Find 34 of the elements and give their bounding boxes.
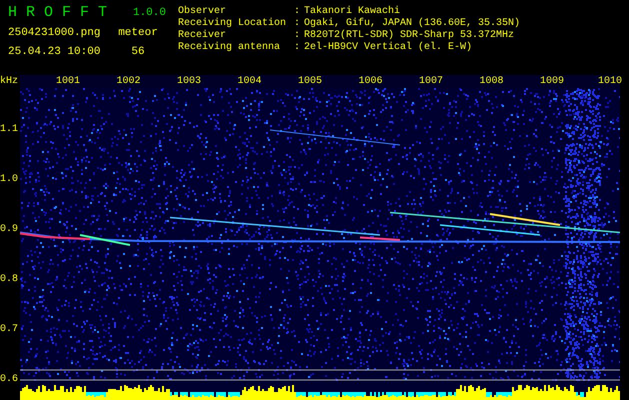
info-label: Observer	[178, 6, 228, 18]
app-title: H R O F F T	[8, 4, 108, 22]
x-tick-label: 1002	[116, 75, 140, 88]
y-tick-label: 1.1	[0, 124, 18, 136]
info-separator: :	[294, 42, 302, 54]
info-separator: :	[294, 6, 302, 18]
info-label: Receiving antenna	[178, 42, 282, 54]
x-tick-label: 1007	[419, 75, 443, 88]
x-tick-label: 1003	[177, 75, 201, 88]
y-tick-label: 1.0	[0, 174, 18, 186]
file-name: 2504231000.png	[8, 27, 100, 39]
info-value: Ogaki, Gifu, JAPAN (136.60E, 35.35N)	[304, 18, 520, 30]
x-tick-label: 1005	[298, 75, 322, 88]
y-tick-label: 0.7	[0, 324, 18, 336]
x-tick-label: 1001	[56, 75, 80, 88]
info-value: 2el-HB9CV Vertical (el. E-W)	[304, 42, 474, 54]
meteor-label: meteor	[118, 27, 158, 39]
info-value: Takanori Kawachi	[304, 6, 402, 18]
info-value: R820T2(RTL-SDR) SDR-Sharp 53.372MHz	[304, 30, 516, 42]
info-separator: :	[294, 18, 302, 30]
x-tick-label: 1008	[480, 75, 504, 88]
x-tick-label: 1010	[598, 75, 622, 88]
info-label: Receiver	[178, 30, 228, 42]
y-tick-label: 0.9	[0, 224, 18, 236]
x-tick-label: 1006	[358, 75, 382, 88]
date-time: 25.04.23 10:00	[8, 46, 100, 58]
info-separator: :	[294, 30, 302, 42]
meteor-count: 56	[131, 46, 145, 58]
x-tick-label: 1004	[238, 75, 262, 88]
y-tick-label: 0.6	[0, 374, 18, 386]
version-label: 1.0.0	[132, 7, 166, 19]
info-label: Receiving Location	[178, 18, 288, 30]
x-tick-label: 1009	[540, 75, 564, 88]
y-tick-label: 0.8	[0, 274, 18, 286]
